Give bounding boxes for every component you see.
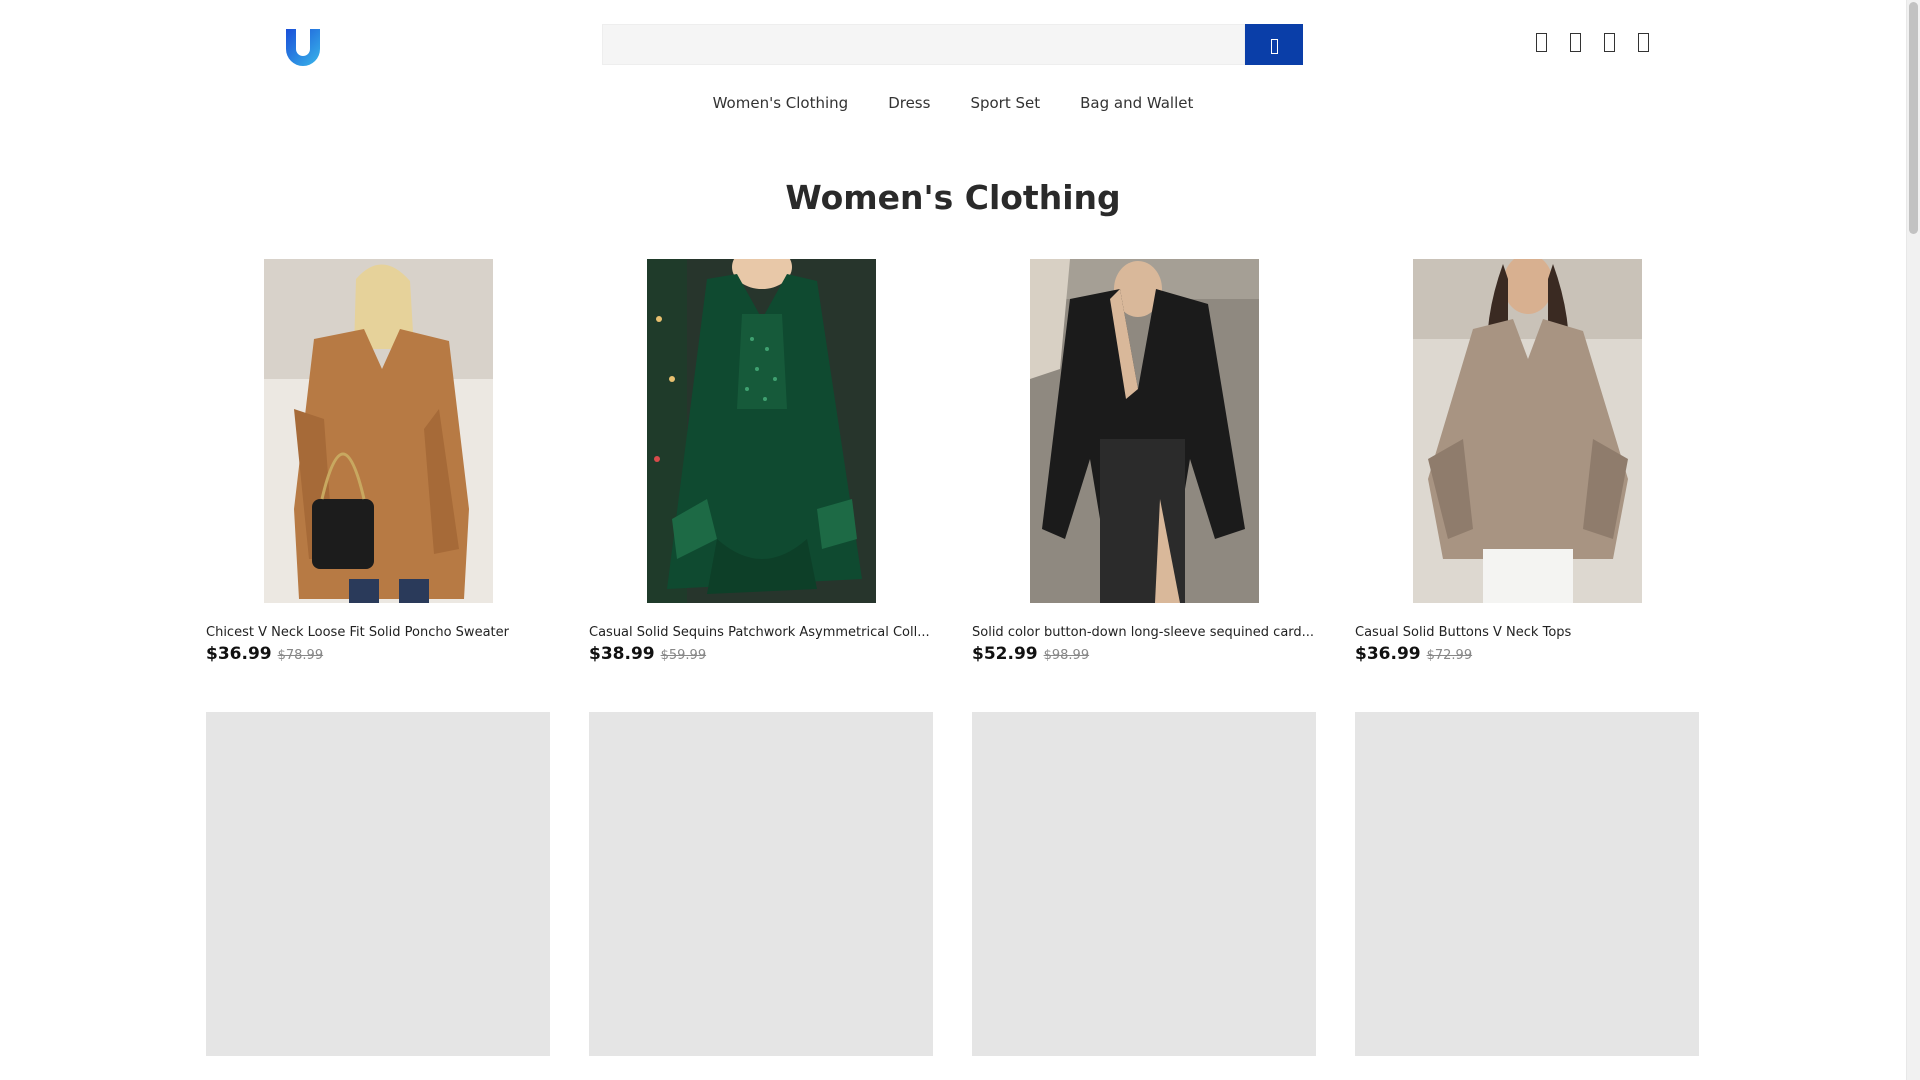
product-card[interactable] bbox=[589, 712, 933, 1080]
product-name[interactable]: Casual Solid Buttons V Neck Tops bbox=[1355, 624, 1699, 642]
user-icon[interactable] bbox=[1534, 30, 1548, 54]
product-old-price: $59.99 bbox=[660, 648, 707, 663]
header-actions bbox=[1534, 30, 1650, 54]
cart-icon[interactable] bbox=[1636, 30, 1650, 54]
product-card[interactable] bbox=[972, 712, 1316, 1080]
product-price: $38.99 bbox=[589, 644, 655, 664]
category-nav: Women's Clothing Dress Sport Set Bag and… bbox=[0, 94, 1906, 112]
search-icon bbox=[1270, 39, 1278, 54]
product-price: $36.99 bbox=[206, 644, 272, 664]
black-sequin-shirt-image bbox=[1029, 259, 1259, 603]
product-grid: Chicest V Neck Loose Fit Solid Poncho Sw… bbox=[206, 259, 1700, 1080]
green-sequin-top-image bbox=[646, 259, 876, 603]
product-image[interactable] bbox=[589, 259, 933, 603]
product-card[interactable] bbox=[206, 712, 550, 1080]
product-price: $36.99 bbox=[1355, 644, 1421, 664]
nav-item-dress[interactable]: Dress bbox=[888, 94, 930, 112]
nav-item-sport-set[interactable]: Sport Set bbox=[970, 94, 1040, 112]
product-old-price: $78.99 bbox=[277, 648, 324, 663]
product-image[interactable] bbox=[206, 259, 550, 603]
product-card[interactable]: Casual Solid Sequins Patchwork Asymmetri… bbox=[589, 259, 933, 664]
heart-icon[interactable] bbox=[1568, 30, 1582, 54]
search-button[interactable] bbox=[1245, 24, 1303, 65]
scrollbar-thumb[interactable] bbox=[1909, 2, 1918, 234]
search-bar bbox=[602, 24, 1303, 65]
product-old-price: $72.99 bbox=[1426, 648, 1473, 663]
product-name[interactable]: Casual Solid Sequins Patchwork Asymmetri… bbox=[589, 624, 933, 642]
product-old-price: $98.99 bbox=[1043, 648, 1090, 663]
product-card[interactable]: Solid color button-down long-sleeve sequ… bbox=[972, 259, 1316, 664]
product-name[interactable]: Solid color button-down long-sleeve sequ… bbox=[972, 624, 1316, 642]
nav-item-bag-and-wallet[interactable]: Bag and Wallet bbox=[1080, 94, 1193, 112]
nav-item-womens-clothing[interactable]: Women's Clothing bbox=[713, 94, 849, 112]
store-page: Women's Clothing Dress Sport Set Bag and… bbox=[0, 0, 1920, 1080]
product-image[interactable] bbox=[972, 259, 1316, 603]
product-card[interactable]: Casual Solid Buttons V Neck Tops $36.99 … bbox=[1355, 259, 1699, 664]
product-image-placeholder[interactable] bbox=[589, 712, 933, 1056]
product-image-placeholder[interactable] bbox=[1355, 712, 1699, 1056]
search-input[interactable] bbox=[602, 24, 1245, 65]
product-name[interactable]: Chicest V Neck Loose Fit Solid Poncho Sw… bbox=[206, 624, 550, 642]
page-title: Women's Clothing bbox=[785, 178, 1121, 217]
product-image[interactable] bbox=[1355, 259, 1699, 603]
beige-knit-top-image bbox=[1412, 259, 1642, 603]
product-card[interactable]: Chicest V Neck Loose Fit Solid Poncho Sw… bbox=[206, 259, 550, 664]
product-image-placeholder[interactable] bbox=[206, 712, 550, 1056]
tan-poncho-sweater-image bbox=[263, 259, 493, 603]
product-price: $52.99 bbox=[972, 644, 1038, 664]
bag-icon[interactable] bbox=[1602, 30, 1616, 54]
product-image-placeholder[interactable] bbox=[972, 712, 1316, 1056]
u-logo-icon[interactable] bbox=[283, 26, 323, 66]
page-scrollbar[interactable] bbox=[1906, 0, 1920, 1080]
product-card[interactable] bbox=[1355, 712, 1699, 1080]
